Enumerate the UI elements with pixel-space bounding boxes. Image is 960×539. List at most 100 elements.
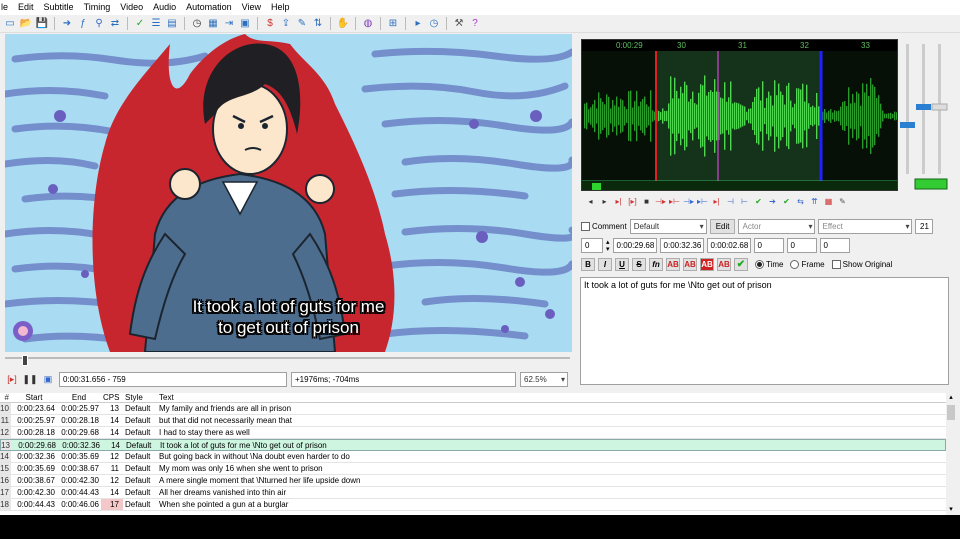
strikeout-button[interactable]: S <box>632 258 646 271</box>
spell-icon[interactable]: ✓ <box>134 18 146 30</box>
lead-in-icon[interactable]: ⊣ <box>725 196 736 207</box>
attachments-icon[interactable]: ➜ <box>61 18 73 30</box>
table-row[interactable]: 15 0:00:35.69 0:00:38.67 11 Default My mom wa… <box>0 463 946 475</box>
edit-style-button[interactable]: Edit <box>709 219 736 234</box>
timing-icon[interactable]: ◷ <box>428 18 440 30</box>
shadow-color-button[interactable]: AB <box>717 258 731 271</box>
link-toggle[interactable] <box>914 178 948 190</box>
table-row[interactable]: 14 0:00:32.36 0:00:35.69 12 Default But going… <box>0 451 946 463</box>
table-row[interactable]: 11 0:00:25.97 0:00:28.18 14 Default but that … <box>0 415 946 427</box>
end-time-field[interactable]: 0:00:32.36 <box>659 238 704 253</box>
menu-video[interactable]: Video <box>115 0 148 15</box>
zoom-select[interactable]: 62.5% <box>520 372 568 387</box>
select-icon[interactable]: ▣ <box>239 18 251 30</box>
save-icon[interactable]: 💾 <box>36 18 48 30</box>
video-seek-slider[interactable] <box>5 355 570 367</box>
sort-icon[interactable]: ⇅ <box>312 18 324 30</box>
margin-vertical-field[interactable]: 0 <box>819 238 850 253</box>
find-icon[interactable]: ⚲ <box>93 18 105 30</box>
time-radio-dot[interactable] <box>755 260 764 269</box>
show-original-box[interactable] <box>831 260 841 269</box>
italic-button[interactable]: I <box>598 258 612 271</box>
scroll-thumb[interactable] <box>947 405 955 420</box>
play-current-icon[interactable]: [▸] <box>627 196 638 207</box>
video-display[interactable]: It took a lot of guts for me to get out … <box>5 34 572 352</box>
lead-out-icon[interactable]: ⊢ <box>739 196 750 207</box>
export-icon[interactable]: ⇪ <box>280 18 292 30</box>
menu-help[interactable]: Help <box>266 0 295 15</box>
video-time-field[interactable]: 0:00:31.656 - 759 <box>59 372 287 387</box>
scroll-up-icon[interactable]: ▴ <box>947 393 955 403</box>
margin-left-field[interactable]: 0 <box>753 238 784 253</box>
frame-radio-dot[interactable] <box>790 260 800 269</box>
menu-le[interactable]: le <box>0 0 13 15</box>
actor-select[interactable]: Actor <box>738 219 816 234</box>
comment-checkbox-box[interactable] <box>581 222 590 231</box>
zoom-icon[interactable]: ⊞ <box>387 18 399 30</box>
stop-icon[interactable]: ■ <box>641 196 652 207</box>
vzoom-slider-track[interactable] <box>906 44 909 174</box>
secondary-color-button[interactable]: AB <box>683 258 697 271</box>
vzoom-slider-thumb[interactable] <box>900 122 915 128</box>
frame-radio[interactable]: Frame <box>790 260 825 269</box>
menu-automation[interactable]: Automation <box>181 0 237 15</box>
play-after-end-icon[interactable]: ▸⊢ <box>697 196 708 207</box>
underline-button[interactable]: U <box>615 258 629 271</box>
table-row[interactable]: 16 0:00:38.67 0:00:42.30 12 Default A mere si… <box>0 475 946 487</box>
commit-icon[interactable]: ✔ <box>753 196 764 207</box>
menu-timing[interactable]: Timing <box>79 0 116 15</box>
subtitle-grid[interactable]: # Start End CPS Style Text 10 0:00:23.64 0… <box>0 393 946 515</box>
commit-check-icon[interactable]: ✔ <box>734 258 748 271</box>
play-before-icon[interactable]: ⊣▸ <box>655 196 666 207</box>
zoom-slider-thumb[interactable] <box>916 104 931 110</box>
font-button[interactable]: fn <box>649 258 663 271</box>
shift-icon[interactable]: ⇥ <box>223 18 235 30</box>
table-row[interactable]: 18 0:00:44.43 0:00:46.06 17 Default When she … <box>0 499 946 511</box>
go-to-icon[interactable]: ➔ <box>767 196 778 207</box>
scroll-down-icon[interactable]: ▾ <box>947 505 955 515</box>
translate-icon[interactable]: ✎ <box>296 18 308 30</box>
comment-checkbox[interactable]: Comment <box>581 222 627 231</box>
margin-right-field[interactable]: 0 <box>786 238 817 253</box>
new-icon[interactable]: ▭ <box>4 18 16 30</box>
next-line-icon[interactable]: ▸ <box>599 196 610 207</box>
time-icon[interactable]: ◷ <box>191 18 203 30</box>
automation-icon[interactable]: ✋ <box>337 18 349 30</box>
menu-audio[interactable]: Audio <box>148 0 181 15</box>
table-row[interactable]: 10 0:00:23.64 0:00:25.97 13 Default My family… <box>0 403 946 415</box>
effect-select[interactable]: Effect <box>818 219 913 234</box>
outline-color-button[interactable]: AB <box>700 258 714 271</box>
style-select[interactable]: Default <box>629 219 707 234</box>
table-row[interactable]: 13 0:00:29.68 0:00:32.36 14 Default It took a… <box>0 439 946 451</box>
styles-icon[interactable]: ▤ <box>166 18 178 30</box>
pause-icon[interactable]: ❚❚ <box>22 373 37 387</box>
menu-edit[interactable]: Edit <box>13 0 39 15</box>
play-after-start-icon[interactable]: ▸⊢ <box>669 196 680 207</box>
auto-commit-icon[interactable]: ✔ <box>781 196 792 207</box>
auto-scroll-audio-icon[interactable]: ⇈ <box>809 196 820 207</box>
fonts-icon[interactable]: ƒ <box>77 18 89 30</box>
properties-icon[interactable]: ☰ <box>150 18 162 30</box>
settings-icon[interactable]: ⚒ <box>453 18 465 30</box>
replace-icon[interactable]: ⇄ <box>109 18 121 30</box>
menu-view[interactable]: View <box>237 0 266 15</box>
kanji-icon[interactable]: ◍ <box>362 18 374 30</box>
seek-thumb[interactable] <box>22 355 28 366</box>
time-radio[interactable]: Time <box>755 260 783 269</box>
play-line-icon[interactable]: [▸] <box>5 373 19 387</box>
primary-color-button[interactable]: AB <box>666 258 680 271</box>
audio-waveform[interactable]: 0:00:29 30 31 32 33 <box>581 39 898 191</box>
layer-field[interactable]: 0 <box>581 238 603 253</box>
auto-scroll-icon[interactable]: ▣ <box>41 373 55 387</box>
help-icon[interactable]: ? <box>469 18 481 30</box>
open-icon[interactable]: 📂 <box>20 18 32 30</box>
duration-field[interactable]: 0:00:02.68 <box>706 238 751 253</box>
table-row[interactable]: 17 0:00:42.30 0:00:44.43 14 Default All her d… <box>0 487 946 499</box>
auto-next-icon[interactable]: ⇆ <box>795 196 806 207</box>
karaoke-icon[interactable]: ✎ <box>837 196 848 207</box>
layer-spin-icon[interactable]: ▴ ▾ <box>606 239 610 253</box>
show-original-checkbox[interactable]: Show Original <box>831 260 892 269</box>
spectrum-icon[interactable]: ▦ <box>823 196 834 207</box>
prev-line-icon[interactable]: ◂ <box>585 196 596 207</box>
paste-icon[interactable]: $ <box>264 18 276 30</box>
